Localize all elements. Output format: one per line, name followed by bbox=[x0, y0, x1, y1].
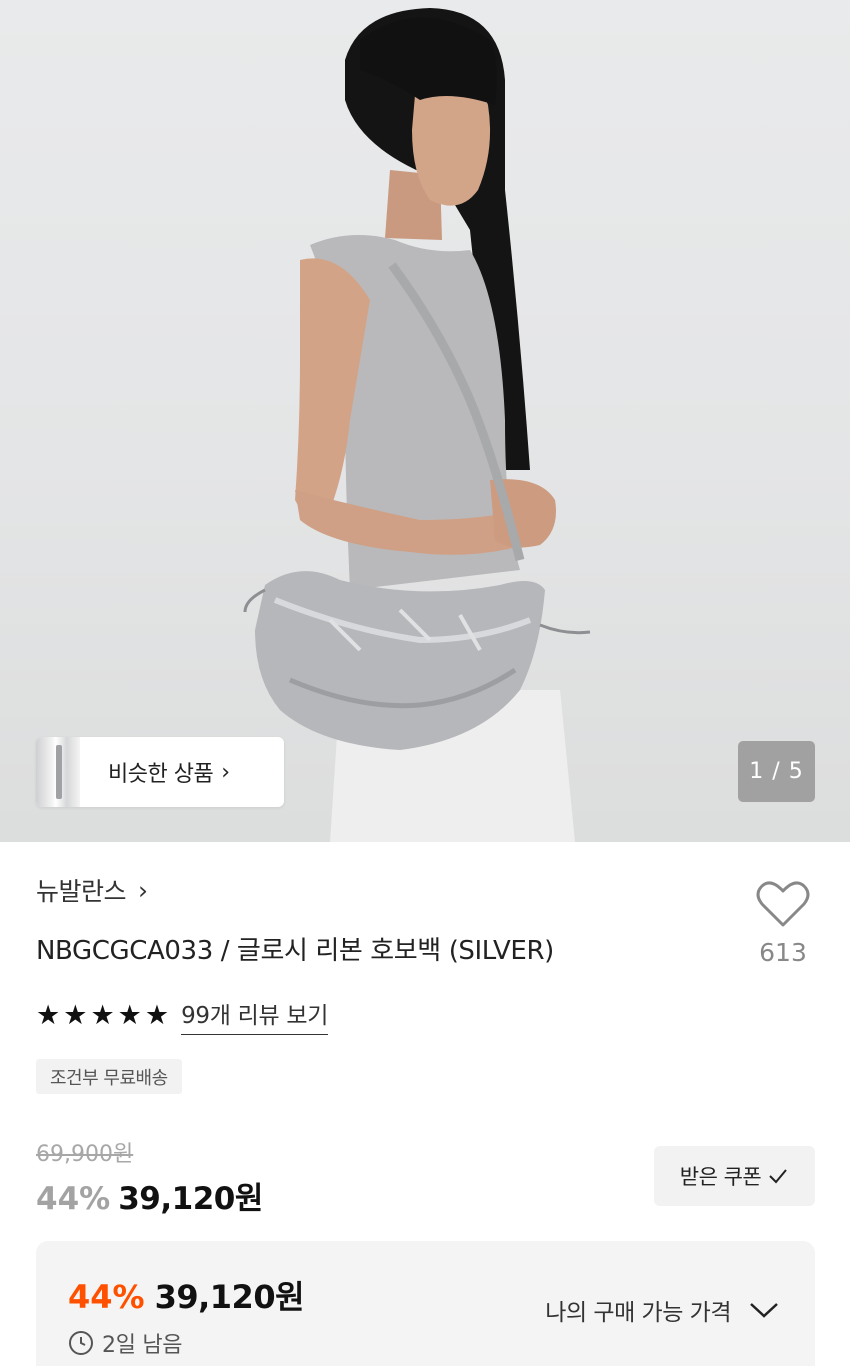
star-icon: ★ bbox=[90, 1000, 115, 1031]
similar-products-label: 비슷한 상품 bbox=[108, 762, 214, 787]
rating-row: ★ ★ ★ ★ ★ 99개 리뷰 보기 bbox=[36, 996, 328, 1035]
star-icon: ★ bbox=[144, 1000, 170, 1031]
review-link[interactable]: 99개 리뷰 보기 bbox=[181, 996, 328, 1035]
brand-link[interactable]: 뉴발란스 › bbox=[36, 872, 148, 908]
star-rating: ★ ★ ★ ★ ★ bbox=[36, 1002, 169, 1029]
chevron-down-icon bbox=[750, 1303, 778, 1318]
product-photo bbox=[243, 8, 591, 842]
chevron-right-icon: › bbox=[138, 875, 149, 905]
like-count: 613 bbox=[759, 938, 807, 967]
like-button[interactable]: 613 bbox=[752, 880, 814, 967]
discount-rate: 44% bbox=[36, 1181, 111, 1217]
star-icon: ★ bbox=[117, 1000, 142, 1031]
heart-icon bbox=[756, 881, 810, 927]
my-price-row: 44% 39,120원 bbox=[68, 1272, 305, 1318]
product-title: NBGCGCA033 / 글로시 리본 호보백 (SILVER) bbox=[36, 936, 554, 966]
price-row: 44% 39,120원 bbox=[36, 1173, 263, 1218]
star-icon: ★ bbox=[63, 1000, 88, 1031]
my-price-label: 나의 구매 가능 가격 bbox=[545, 1300, 731, 1326]
image-counter: 1 / 5 bbox=[738, 741, 815, 802]
chevron-right-icon: › bbox=[221, 759, 231, 785]
similar-product-thumbnail bbox=[36, 737, 80, 807]
remaining-time-row: 2일 남음 bbox=[68, 1327, 183, 1359]
check-icon bbox=[769, 1169, 788, 1184]
star-icon: ★ bbox=[36, 1000, 61, 1031]
similar-products-button[interactable]: 비슷한 상품 › bbox=[36, 737, 284, 807]
sale-price: 39,120원 bbox=[118, 1181, 263, 1217]
coupon-label: 받은 쿠폰 bbox=[679, 1165, 762, 1189]
product-image-gallery[interactable]: 비슷한 상품 › 1 / 5 bbox=[0, 0, 850, 842]
remaining-time: 2일 남음 bbox=[102, 1333, 183, 1358]
original-price: 69,900원 bbox=[36, 1142, 134, 1167]
shipping-badge: 조건부 무료배송 bbox=[36, 1059, 182, 1094]
my-price-toggle[interactable]: 나의 구매 가능 가격 bbox=[545, 1293, 779, 1327]
my-price-amount: 39,120원 bbox=[154, 1278, 305, 1316]
clock-icon bbox=[69, 1331, 93, 1355]
coupon-button[interactable]: 받은 쿠폰 bbox=[654, 1146, 815, 1206]
brand-name: 뉴발란스 bbox=[36, 877, 127, 906]
my-price-panel[interactable]: 44% 39,120원 나의 구매 가능 가격 2일 남음 bbox=[36, 1241, 815, 1366]
my-discount-rate: 44% bbox=[68, 1278, 145, 1316]
